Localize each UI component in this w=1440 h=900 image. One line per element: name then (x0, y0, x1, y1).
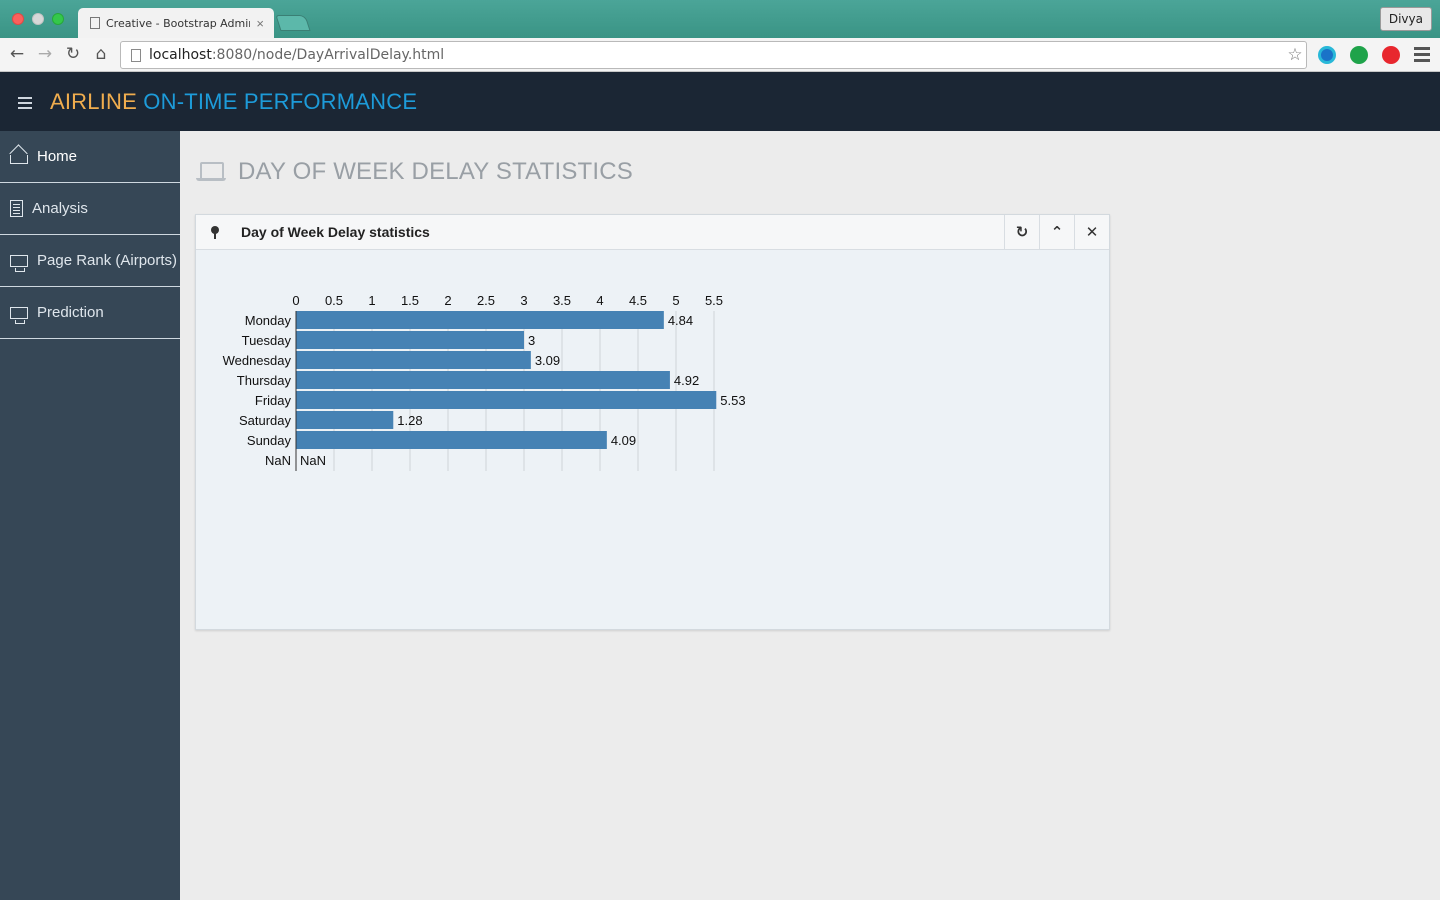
document-icon (10, 200, 23, 217)
category-label: NaN (265, 453, 291, 468)
sidebar-item-label: Page Rank (Airports) (37, 252, 178, 269)
brand-part2: ON-TIME PERFORMANCE (143, 89, 418, 114)
back-icon[interactable]: ← (7, 44, 27, 64)
bar (296, 431, 607, 449)
value-label: 5.53 (720, 393, 745, 408)
sidebar-item-home[interactable]: Home (0, 131, 180, 183)
monitor-icon (10, 306, 28, 324)
monitor-icon (10, 254, 28, 272)
browser-tab[interactable]: Creative - Bootstrap Admin × (78, 8, 274, 38)
x-tick-label: 4.5 (629, 293, 647, 308)
sidebar-item-analysis[interactable]: Analysis (0, 183, 180, 235)
category-label: Friday (255, 393, 292, 408)
value-label: 3 (528, 333, 535, 348)
x-tick-label: 0.5 (325, 293, 343, 308)
page-title: DAY OF WEEK DELAY STATISTICS (238, 158, 634, 185)
page-icon (90, 17, 100, 29)
category-label: Sunday (247, 433, 292, 448)
value-label: 1.28 (397, 413, 422, 428)
value-label: NaN (300, 453, 326, 468)
brand-title[interactable]: AIRLINE ON-TIME PERFORMANCE (50, 89, 417, 115)
new-tab-button[interactable] (275, 15, 311, 31)
sidebar-item-page-rank[interactable]: Page Rank (Airports) (0, 235, 180, 287)
hamburger-icon[interactable] (18, 97, 32, 112)
x-tick-label: 2.5 (477, 293, 495, 308)
app-header: AIRLINE ON-TIME PERFORMANCE (0, 72, 1440, 131)
x-tick-label: 1.5 (401, 293, 419, 308)
page-heading: DAY OF WEEK DELAY STATISTICS (196, 158, 633, 186)
profile-button[interactable]: Divya (1379, 7, 1432, 31)
url-text[interactable]: localhost:8080/node/DayArrivalDelay.html (149, 47, 1284, 63)
window-close-button[interactable] (12, 13, 24, 25)
window-zoom-button[interactable] (52, 13, 64, 25)
tab-title: Creative - Bootstrap Admin (106, 16, 251, 30)
brand-part1: AIRLINE (50, 89, 137, 114)
home-icon[interactable]: ⌂ (91, 44, 111, 64)
browser-titlebar: Creative - Bootstrap Admin × Divya (0, 0, 1440, 38)
menu-icon[interactable] (1414, 47, 1430, 65)
value-label: 4.09 (611, 433, 636, 448)
sidebar-item-prediction[interactable]: Prediction (0, 287, 180, 339)
home-icon (10, 155, 28, 164)
bar (296, 351, 531, 369)
bar (296, 311, 664, 329)
laptop-icon (196, 160, 226, 184)
reload-icon[interactable]: ↻ (63, 44, 83, 64)
sidebar: Home Analysis Page Rank (Airports) Predi… (0, 131, 180, 900)
tab-close-icon[interactable]: × (256, 16, 264, 31)
window-minimize-button[interactable] (32, 13, 44, 25)
x-tick-label: 2 (444, 293, 451, 308)
chart-panel: Day of Week Delay statistics ↻ ⌃ ✕ 0 0.5 1… (195, 214, 1110, 630)
category-label: Saturday (239, 413, 292, 428)
category-label: Tuesday (242, 333, 292, 348)
sidebar-item-label: Analysis (32, 200, 88, 217)
category-label: Monday (245, 313, 292, 328)
bar (296, 371, 670, 389)
x-tick-label: 3.5 (553, 293, 571, 308)
sidebar-item-label: Home (37, 148, 78, 165)
sidebar-item-label: Prediction (37, 304, 104, 321)
page-icon (131, 48, 141, 62)
x-tick-label: 5.5 (705, 293, 723, 308)
bar (296, 331, 524, 349)
x-tick-label: 5 (672, 293, 679, 308)
value-label: 3.09 (535, 353, 560, 368)
address-bar[interactable]: localhost:8080/node/DayArrivalDelay.html… (120, 41, 1307, 69)
delay-bar-chart: 0 0.5 1 1.5 2 2.5 3 3.5 4 4.5 5 5.5 Monday 4.84 Tuesda… (223, 293, 746, 471)
extension-icon[interactable] (1350, 46, 1368, 64)
extension-icon[interactable] (1318, 46, 1336, 64)
x-tick-label: 0 (292, 293, 299, 308)
category-label: Wednesday (223, 353, 292, 368)
opera-icon[interactable] (1382, 46, 1400, 64)
forward-icon[interactable]: → (35, 44, 55, 64)
x-tick-label: 4 (596, 293, 603, 308)
x-tick-label: 1 (368, 293, 375, 308)
browser-toolbar: ← → ↻ ⌂ localhost:8080/node/DayArrivalDe… (0, 38, 1440, 72)
bar (296, 411, 394, 429)
star-icon[interactable]: ☆ (1284, 45, 1306, 65)
category-label: Thursday (237, 373, 292, 388)
x-tick-label: 3 (520, 293, 527, 308)
value-label: 4.84 (668, 313, 693, 328)
value-label: 4.92 (674, 373, 699, 388)
bar (296, 391, 717, 409)
